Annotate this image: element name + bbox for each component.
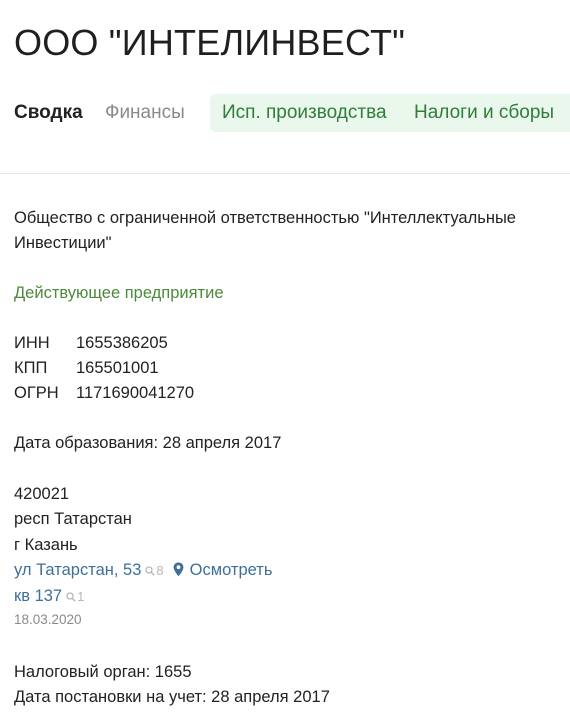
tab-summary[interactable]: Сводка: [14, 94, 83, 132]
view-on-map-link[interactable]: Осмотреть: [190, 561, 273, 579]
address-apartment-row: кв 137 1: [14, 584, 84, 609]
tax-office: Налоговый орган: 1655: [14, 663, 192, 681]
page-title: ООО "ИНТЕЛИНВЕСТ": [14, 22, 406, 63]
company-full-name: Общество с ограниченной ответственностью…: [14, 209, 516, 252]
tab-group-highlight: Исп. производства Налоги и сборы: [210, 94, 570, 132]
apartment-count[interactable]: 1: [66, 589, 84, 604]
tab-taxes[interactable]: Налоги и сборы: [414, 94, 554, 132]
magnifier-icon: [145, 566, 156, 576]
address-city: г Казань: [14, 536, 78, 554]
apartment-link[interactable]: кв 137: [14, 587, 62, 605]
apartment-count-value: 1: [77, 589, 85, 604]
tax-registration-date: Дата постановки на учет: 28 апреля 2017: [14, 688, 330, 706]
address-region: респ Татарстан: [14, 510, 132, 528]
tab-bar: Сводка Финансы Исп. производства Налоги …: [14, 94, 570, 132]
map-pin-icon[interactable]: [173, 562, 184, 577]
street-count-value: 8: [156, 563, 164, 578]
ogrn-label: ОГРН: [14, 384, 59, 402]
ogrn-value: 1171690041270: [76, 384, 195, 402]
address-updated-date: 18.03.2020: [14, 612, 82, 627]
tab-finance[interactable]: Финансы: [105, 94, 185, 132]
kpp-value: 165501001: [76, 359, 159, 377]
postal-code: 420021: [14, 485, 70, 503]
tab-enforcement[interactable]: Исп. производства: [222, 94, 387, 132]
divider: [0, 173, 570, 174]
inn-value: 1655386205: [76, 334, 168, 352]
address-street-row: ул Татарстан, 53 8 Осмотреть: [14, 558, 272, 583]
street-link[interactable]: ул Татарстан, 53: [14, 561, 141, 579]
kpp-label: КПП: [14, 359, 48, 377]
company-status: Действующее предприятие: [14, 284, 224, 302]
registration-date: Дата образования: 28 апреля 2017: [14, 434, 282, 452]
street-count[interactable]: 8: [145, 563, 164, 578]
magnifier-icon: [66, 592, 76, 602]
inn-label: ИНН: [14, 334, 50, 352]
